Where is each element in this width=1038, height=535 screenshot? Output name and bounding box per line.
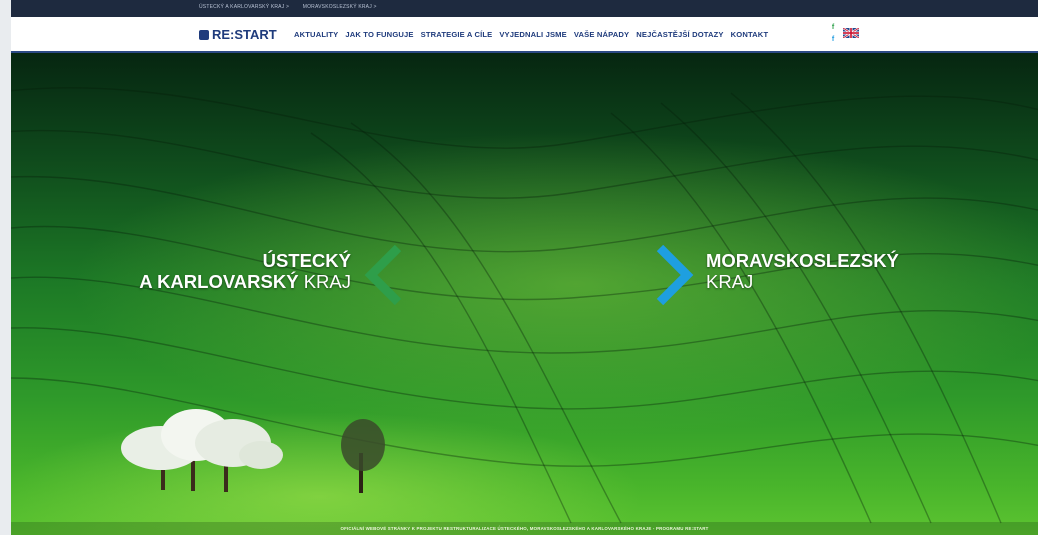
region-left-line2: A KARLOVARSKÝ KRAJ [139, 271, 351, 292]
uk-flag-icon[interactable] [843, 28, 859, 38]
menu-item-strategie-a-cile[interactable]: STRATEGIE A CÍLE [421, 30, 493, 39]
logo-text: RE:START [212, 27, 277, 42]
region-link-ustecky[interactable]: ÚSTECKÝ A KARLOVARSKÝ KRAJ > [199, 4, 289, 10]
footer-note: OFICIÁLNÍ WEBOVÉ STRÁNKY K PROJEKTU REST… [11, 522, 1038, 535]
menu-item-vyjednali-jsme[interactable]: VYJEDNALI JSME [499, 30, 567, 39]
region-right-line1: MORAVSKOSLEZSKÝ [706, 250, 899, 271]
chevron-right-icon[interactable] [655, 245, 695, 305]
region-ustecky-karlovarsky[interactable]: ÚSTECKÝ A KARLOVARSKÝ KRAJ [126, 250, 351, 292]
logo[interactable]: RE:START [199, 27, 277, 42]
chevron-left-icon[interactable] [363, 245, 403, 305]
facebook-icon[interactable]: f [830, 22, 836, 34]
logo-mark-icon [199, 29, 209, 40]
region-left-line1: ÚSTECKÝ [262, 250, 351, 271]
menu-item-vase-napady[interactable]: VAŠE NÁPADY [574, 30, 629, 39]
region-moravskoslezsky[interactable]: MORAVSKOSLEZSKÝ KRAJ [706, 250, 966, 292]
hero-landscape: ÚSTECKÝ A KARLOVARSKÝ KRAJ MORAVSKOSLEZS… [11, 53, 1038, 535]
top-bar: ÚSTECKÝ A KARLOVARSKÝ KRAJ > MORAVSKOSLE… [11, 0, 1038, 17]
landscape-image [11, 87, 1038, 524]
menu-item-kontakt[interactable]: KONTAKT [731, 30, 769, 39]
main-navigation: RE:START AKTUALITY JAK TO FUNGUJE STRATE… [11, 17, 1038, 53]
region-link-moravskoslezsky[interactable]: MORAVSKOSLEZSKÝ KRAJ > [303, 4, 377, 10]
region-right-line2: KRAJ [706, 271, 754, 292]
facebook-icon[interactable]: f [830, 34, 836, 46]
social-links: f f [830, 22, 836, 48]
region-links: ÚSTECKÝ A KARLOVARSKÝ KRAJ > MORAVSKOSLE… [199, 4, 389, 10]
menu-item-nejcastejsi-dotazy[interactable]: NEJČASTĚJŠÍ DOTAZY [636, 30, 723, 39]
menu-item-aktuality[interactable]: AKTUALITY [294, 30, 338, 39]
menu: AKTUALITY JAK TO FUNGUJE STRATEGIE A CÍL… [294, 30, 775, 39]
menu-item-jak-to-funguje[interactable]: JAK TO FUNGUJE [345, 30, 413, 39]
tree-group [121, 409, 385, 493]
